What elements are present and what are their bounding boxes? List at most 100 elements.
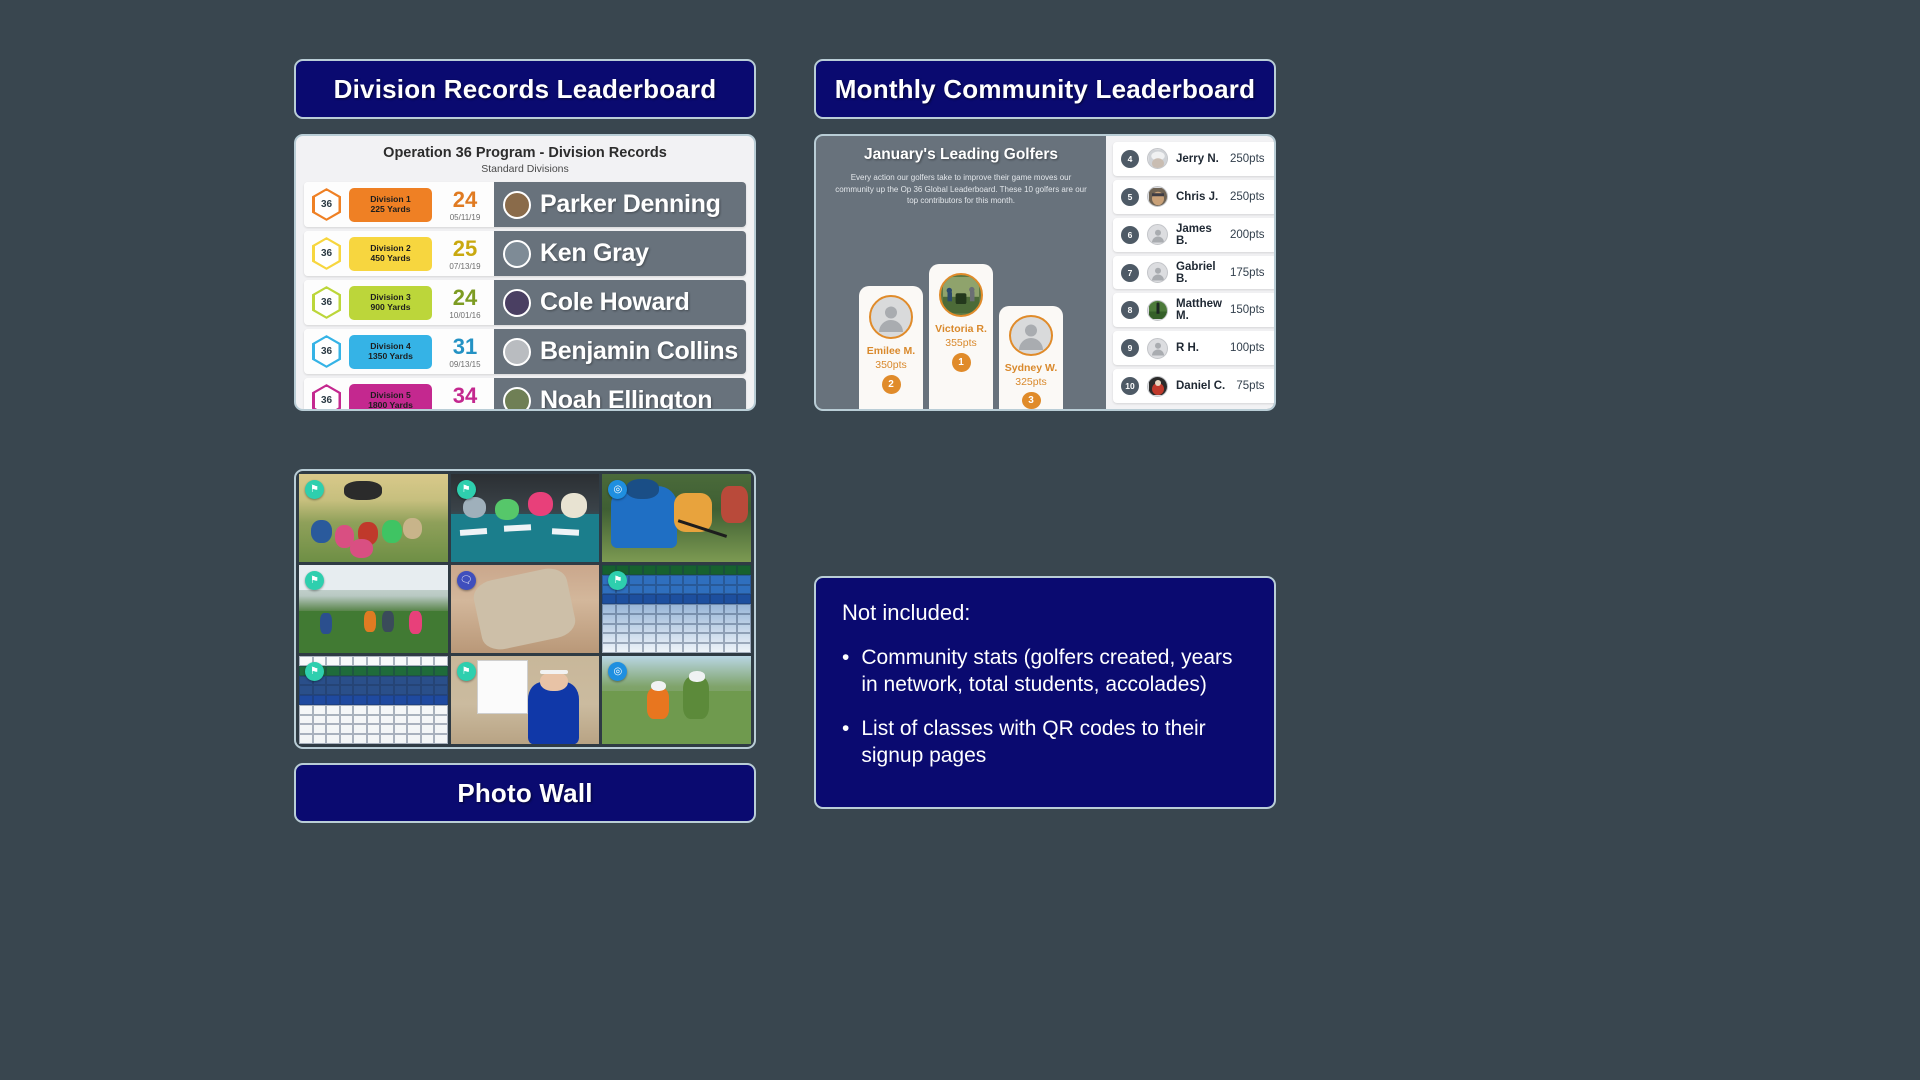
not-included-panel: Not included: • Community stats (golfers … <box>814 576 1276 810</box>
rank-badge: 10 <box>1121 377 1139 396</box>
avatar <box>869 295 913 339</box>
community-podium-panel: January's Leading Golfers Every action o… <box>816 136 1106 409</box>
op36-hex-icon: 36 <box>312 286 341 319</box>
photo-wall-cell[interactable]: ⚑ <box>450 656 600 744</box>
division-date: 09/13/15 <box>449 360 481 369</box>
division-score-block: 24 10/01/16 <box>440 285 490 321</box>
podium-place[interactable]: Sydney W. 325pts 3 <box>999 306 1063 409</box>
photo-wall-cell[interactable]: ◎ <box>602 656 751 744</box>
podium-place[interactable]: Emilee M. 350pts 2 <box>859 286 923 409</box>
leaderboard-row[interactable]: 6 James B. 200pts <box>1113 217 1274 252</box>
photo-wall-cell[interactable]: 🗨 <box>450 565 600 653</box>
bullet-glyph: • <box>842 646 850 669</box>
golfer-name: Daniel C. <box>1176 380 1226 393</box>
division-pill: Division 4 1350 Yards <box>349 334 432 369</box>
photo-wall-cell[interactable]: ⚑ <box>602 565 751 653</box>
division-record-row[interactable]: 36 Division 51800 Yards 3402/11/18 Noah Ell… <box>304 378 746 411</box>
photo-wall-cell[interactable]: ⚑ <box>299 474 448 562</box>
division-records-card: Operation 36 Program - Division Records … <box>294 134 756 411</box>
photo-wall-grid: ⚑ ⚑ ◎ ⚑ 🗨 ⚑ ⚑ ⚑ ◎ <box>299 474 751 744</box>
division-yards: 1350 Yards <box>368 350 413 361</box>
photo-wall-banner: Photo Wall <box>294 763 756 823</box>
op36-badge-text: 36 <box>320 199 333 210</box>
division-record-row[interactable]: 36 Division 2 450 Yards 25 07/13/19 Ken Gray <box>304 231 746 276</box>
avatar <box>1147 186 1168 208</box>
podium-name: Emilee M. <box>866 345 916 357</box>
division-row-left: 36 Division 51800 Yards 3402/11/18 <box>304 378 494 411</box>
not-included-item: • List of classes with QR codes to their … <box>842 715 1248 770</box>
division-score: 34 <box>452 383 478 408</box>
division-score-block: 24 05/11/19 <box>440 187 490 223</box>
leaderboard-row[interactable]: 7 Gabriel B. 175pts <box>1113 255 1274 290</box>
division-records-banner: Division Records Leaderboard <box>294 59 756 119</box>
division-row-right: Ken Gray <box>494 231 746 276</box>
rank-badge: 7 <box>1121 263 1139 282</box>
division-record-row[interactable]: 36 Division 4 1350 Yards 31 09/13/15 Benjamin… <box>304 329 746 374</box>
leaderboard-row[interactable]: 9 R H. 100pts <box>1113 331 1274 366</box>
division-row-right: Noah Ellington <box>494 378 746 411</box>
avatar <box>1147 148 1168 170</box>
golfer-name: Chris J. <box>1176 190 1219 203</box>
division-date: 07/13/19 <box>449 262 481 271</box>
division-pill: Division 3 900 Yards <box>349 285 432 320</box>
op36-hex-icon: 36 <box>312 335 341 368</box>
community-podium: Emilee M. 350pts 2 Victoria R. 355pts 1 Sydney… <box>828 264 1094 409</box>
op36-badge-text: 36 <box>320 297 333 308</box>
leaderboard-row[interactable]: 4 Jerry N. 250pts <box>1113 142 1274 176</box>
golfer-name: Gabriel B. <box>1176 260 1216 285</box>
not-included-list: • Community stats (golfers created, years… <box>842 644 1248 769</box>
avatar <box>1147 262 1168 283</box>
photo-wall-cell[interactable]: ⚑ <box>299 565 448 653</box>
division-pill: Division 5 1800 Yards <box>349 383 432 410</box>
rank-badge: 5 <box>1121 187 1139 206</box>
division-row-right: Benjamin Collins <box>494 329 746 374</box>
avatar <box>1147 375 1168 397</box>
photo-wall-cell[interactable]: ⚑ <box>299 656 448 744</box>
flag-icon: ⚑ <box>305 662 324 681</box>
podium-place[interactable]: Victoria R. 355pts 1 <box>929 264 993 409</box>
leaderboard-row[interactable]: 10 Daniel C. 75pts <box>1113 369 1274 404</box>
division-record-row[interactable]: 36 Division 1 225 Yards 24 05/11/19 Parker De… <box>304 182 746 227</box>
podium-rank-badge: 1 <box>951 353 971 372</box>
division-yards: 1800 Yards <box>368 399 413 410</box>
photo-wall-cell[interactable]: ⚑ <box>450 474 600 562</box>
avatar <box>939 273 983 317</box>
golfer-points: 250pts <box>1230 190 1265 203</box>
division-score: 24 <box>452 187 478 212</box>
leaderboard-row[interactable]: 8 Matthew M. 150pts <box>1113 293 1274 328</box>
division-record-row[interactable]: 36 Division 3 900 Yards 24 10/01/16 Cole Howa… <box>304 280 746 325</box>
leaderboard-row[interactable]: 5 Chris J. 250pts <box>1113 179 1274 214</box>
flag-icon: ⚑ <box>305 480 324 499</box>
division-row-left: 36 Division 3 900 Yards 24 10/01/16 <box>304 280 494 325</box>
division-date: 02/11/18 <box>450 409 481 411</box>
division-record-holder-name: Noah Ellington <box>540 386 713 411</box>
golfer-name: Jerry N. <box>1176 152 1219 165</box>
podium-points: 350pts <box>875 359 907 371</box>
op36-badge-text: 36 <box>320 346 333 357</box>
community-rank-list: 4 Jerry N. 250pts 5 Chris J. 250pts 6 James B. 2… <box>1106 136 1274 409</box>
community-title: January's Leading Golfers <box>863 146 1059 163</box>
golfer-points: 175pts <box>1230 266 1265 279</box>
bullet-glyph: • <box>842 716 850 740</box>
golfer-name: R H. <box>1176 342 1199 355</box>
avatar <box>503 288 531 317</box>
op36-hex-icon: 36 <box>312 237 341 270</box>
slide-canvas: Division Records Leaderboard Operation 3… <box>0 0 1920 1080</box>
rank-badge: 4 <box>1121 149 1139 168</box>
golfer-points: 200pts <box>1230 228 1265 241</box>
op36-hex-icon: 36 <box>312 384 341 409</box>
division-row-right: Parker Denning <box>494 182 746 227</box>
not-included-item-text: List of classes with QR codes to their s… <box>861 716 1206 767</box>
avatar <box>503 337 531 366</box>
division-date: 05/11/19 <box>449 213 481 222</box>
division-row-left: 36 Division 4 1350 Yards 31 09/13/15 <box>304 329 494 374</box>
division-score: 25 <box>452 236 478 261</box>
golfer-points: 250pts <box>1230 152 1265 165</box>
division-records-header: Operation 36 Program - Division Records … <box>296 136 754 178</box>
photo-wall-cell[interactable]: ◎ <box>602 474 751 562</box>
avatar <box>503 239 531 268</box>
rank-badge: 8 <box>1121 301 1139 320</box>
not-included-item-text: Community stats (golfers created, years … <box>861 646 1233 697</box>
division-records-subtitle: Standard Divisions <box>481 163 569 175</box>
division-pill: Division 1 225 Yards <box>349 187 432 222</box>
